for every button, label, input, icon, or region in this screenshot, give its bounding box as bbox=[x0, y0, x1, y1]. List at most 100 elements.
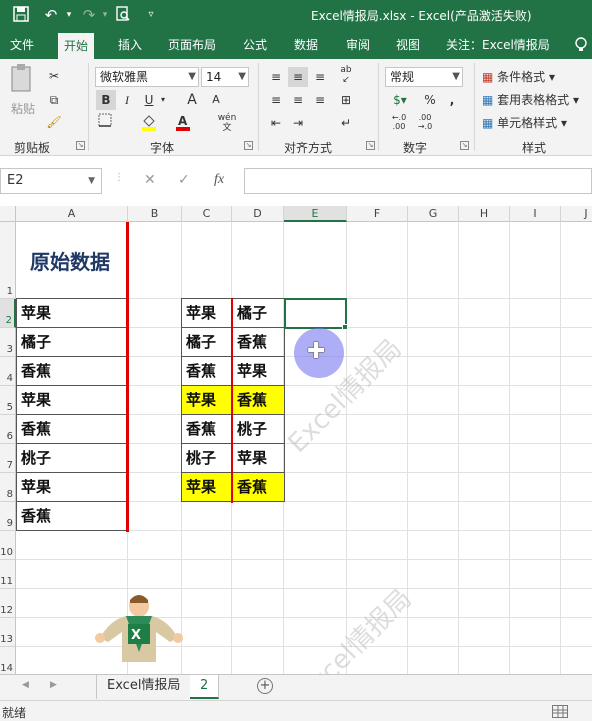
format-as-table-button[interactable]: ▦ 套用表格格式 ▾ bbox=[482, 90, 592, 110]
name-box[interactable]: E2 ▼ bbox=[0, 168, 102, 194]
title-cell[interactable]: 原始数据 bbox=[30, 246, 110, 275]
format-painter-icon[interactable]: 🖌 bbox=[46, 112, 62, 132]
scroll-left-icon[interactable]: ◀ bbox=[22, 680, 29, 690]
orientation-icon[interactable]: ab ↙ bbox=[336, 65, 356, 85]
cell-c5[interactable]: 苹果 bbox=[181, 385, 233, 415]
underline-dropdown-icon[interactable]: ▾ bbox=[158, 90, 168, 110]
row-header-14[interactable]: 14 bbox=[0, 647, 16, 674]
undo-icon[interactable]: ↶ bbox=[42, 6, 60, 24]
row-header-4[interactable]: 4 bbox=[0, 357, 16, 386]
cell-styles-button[interactable]: ▦ 单元格样式 ▾ bbox=[482, 113, 582, 133]
column-header-a[interactable]: A bbox=[16, 206, 128, 222]
font-launcher-icon[interactable]: ↘ bbox=[244, 141, 253, 150]
select-all-corner[interactable] bbox=[0, 206, 16, 222]
decrease-indent-icon[interactable]: ⇤ bbox=[266, 113, 286, 133]
lightbulb-icon[interactable] bbox=[574, 37, 588, 53]
row-header-3[interactable]: 3 bbox=[0, 328, 16, 357]
row-header-11[interactable]: 11 bbox=[0, 560, 16, 589]
row-header-10[interactable]: 10 bbox=[0, 531, 16, 560]
cell-a2[interactable]: 苹果 bbox=[16, 298, 129, 328]
font-name-select[interactable]: 微软雅黑 ▼ bbox=[95, 67, 199, 87]
tab-formulas[interactable]: 公式 bbox=[237, 31, 273, 59]
scroll-right-icon[interactable]: ▶ bbox=[50, 680, 57, 690]
tab-view[interactable]: 视图 bbox=[390, 31, 426, 59]
tab-home[interactable]: 开始 bbox=[58, 33, 95, 61]
align-middle-icon[interactable]: ≡ bbox=[288, 67, 308, 87]
wrap-text-icon[interactable]: ↵ bbox=[336, 113, 356, 133]
align-right-icon[interactable]: ≡ bbox=[310, 90, 330, 110]
worksheet-grid[interactable]: ABCDEFGHIJ 1 2 3 4 5 6 7 8 9 10 11 12 13 14 原始数据 苹果 橘子… bbox=[0, 206, 592, 674]
row-header-13[interactable]: 13 bbox=[0, 618, 16, 647]
cell-a6[interactable]: 香蕉 bbox=[16, 414, 129, 444]
cell-a3[interactable]: 橘子 bbox=[16, 327, 129, 357]
conditional-formatting-button[interactable]: ▦ 条件格式 ▾ bbox=[482, 67, 582, 87]
increase-decimal-icon[interactable]: ←.0.00 bbox=[388, 113, 410, 133]
decrease-decimal-icon[interactable]: .00 →.0 bbox=[414, 113, 436, 133]
tab-data[interactable]: 数据 bbox=[288, 31, 324, 59]
row-header-1[interactable]: 1 bbox=[0, 222, 16, 299]
cell-c2[interactable]: 苹果 bbox=[181, 298, 233, 328]
row-header-8[interactable]: 8 bbox=[0, 473, 16, 502]
tab-page-layout[interactable]: 页面布局 bbox=[162, 31, 222, 59]
sheet-tab-2[interactable]: 2 bbox=[190, 675, 220, 699]
formula-input[interactable] bbox=[244, 168, 592, 194]
borders-icon[interactable] bbox=[96, 113, 114, 133]
cell-c7[interactable]: 桃子 bbox=[181, 443, 233, 473]
column-header-i[interactable]: I bbox=[510, 206, 561, 222]
column-header-b[interactable]: B bbox=[128, 206, 182, 222]
percent-button[interactable]: % bbox=[422, 90, 438, 110]
sheet-tab-excel[interactable]: Excel情报局 bbox=[96, 675, 192, 699]
column-header-h[interactable]: H bbox=[459, 206, 510, 222]
accounting-icon[interactable]: $▾ bbox=[388, 90, 412, 110]
cancel-icon[interactable]: ✕ bbox=[144, 172, 156, 188]
cell-d3[interactable]: 香蕉 bbox=[232, 327, 285, 357]
grow-font-button[interactable]: A bbox=[184, 90, 200, 110]
cell-d5[interactable]: 香蕉 bbox=[232, 385, 285, 415]
cell-d4[interactable]: 苹果 bbox=[232, 356, 285, 386]
comma-button[interactable]: , bbox=[444, 90, 460, 110]
number-format-select[interactable]: 常规 ▼ bbox=[385, 67, 463, 87]
merge-center-icon[interactable]: ⊞ bbox=[336, 90, 356, 110]
cut-icon[interactable]: ✂ bbox=[46, 66, 62, 86]
tab-review[interactable]: 审阅 bbox=[340, 31, 376, 59]
column-header-d[interactable]: D bbox=[232, 206, 284, 222]
italic-button[interactable]: I bbox=[118, 90, 136, 110]
redo-dropdown-icon[interactable]: ▾ bbox=[96, 6, 114, 24]
column-header-f[interactable]: F bbox=[347, 206, 408, 222]
row-header-2[interactable]: 2 bbox=[0, 299, 16, 328]
tab-insert[interactable]: 插入 bbox=[112, 31, 148, 59]
save-icon[interactable] bbox=[12, 6, 30, 24]
cell-d8[interactable]: 香蕉 bbox=[232, 472, 285, 502]
undo-dropdown-icon[interactable]: ▾ bbox=[60, 6, 78, 24]
row-header-5[interactable]: 5 bbox=[0, 386, 16, 415]
normal-view-icon[interactable] bbox=[552, 705, 568, 718]
align-top-icon[interactable]: ≡ bbox=[266, 67, 286, 87]
column-header-g[interactable]: G bbox=[408, 206, 459, 222]
cell-a7[interactable]: 桃子 bbox=[16, 443, 129, 473]
row-header-9[interactable]: 9 bbox=[0, 502, 16, 531]
column-header-c[interactable]: C bbox=[182, 206, 232, 222]
increase-indent-icon[interactable]: ⇥ bbox=[288, 113, 308, 133]
add-sheet-icon[interactable]: + bbox=[257, 678, 273, 694]
tab-file[interactable]: 文件 bbox=[4, 31, 40, 59]
print-preview-icon[interactable] bbox=[114, 6, 132, 24]
column-header-j[interactable]: J bbox=[561, 206, 592, 222]
cell-a4[interactable]: 香蕉 bbox=[16, 356, 129, 386]
row-header-12[interactable]: 12 bbox=[0, 589, 16, 618]
font-color-icon[interactable]: A bbox=[174, 113, 192, 133]
shrink-font-button[interactable]: A bbox=[208, 90, 224, 110]
clipboard-launcher-icon[interactable]: ↘ bbox=[76, 141, 85, 150]
insert-function-icon[interactable]: fx bbox=[214, 172, 224, 188]
fill-color-icon[interactable] bbox=[140, 113, 158, 133]
enter-icon[interactable]: ✓ bbox=[178, 172, 190, 188]
align-center-icon[interactable]: ≡ bbox=[288, 90, 308, 110]
cell-c3[interactable]: 橘子 bbox=[181, 327, 233, 357]
cell-a9[interactable]: 香蕉 bbox=[16, 501, 129, 531]
font-size-select[interactable]: 14 ▼ bbox=[201, 67, 249, 87]
cell-d6[interactable]: 桃子 bbox=[232, 414, 285, 444]
customize-qat-icon[interactable]: ▿ bbox=[142, 6, 160, 24]
alignment-launcher-icon[interactable]: ↘ bbox=[366, 141, 375, 150]
cell-d2[interactable]: 橘子 bbox=[232, 298, 285, 328]
tab-follow[interactable]: 关注：Excel情报局 bbox=[440, 31, 556, 59]
cell-c4[interactable]: 香蕉 bbox=[181, 356, 233, 386]
